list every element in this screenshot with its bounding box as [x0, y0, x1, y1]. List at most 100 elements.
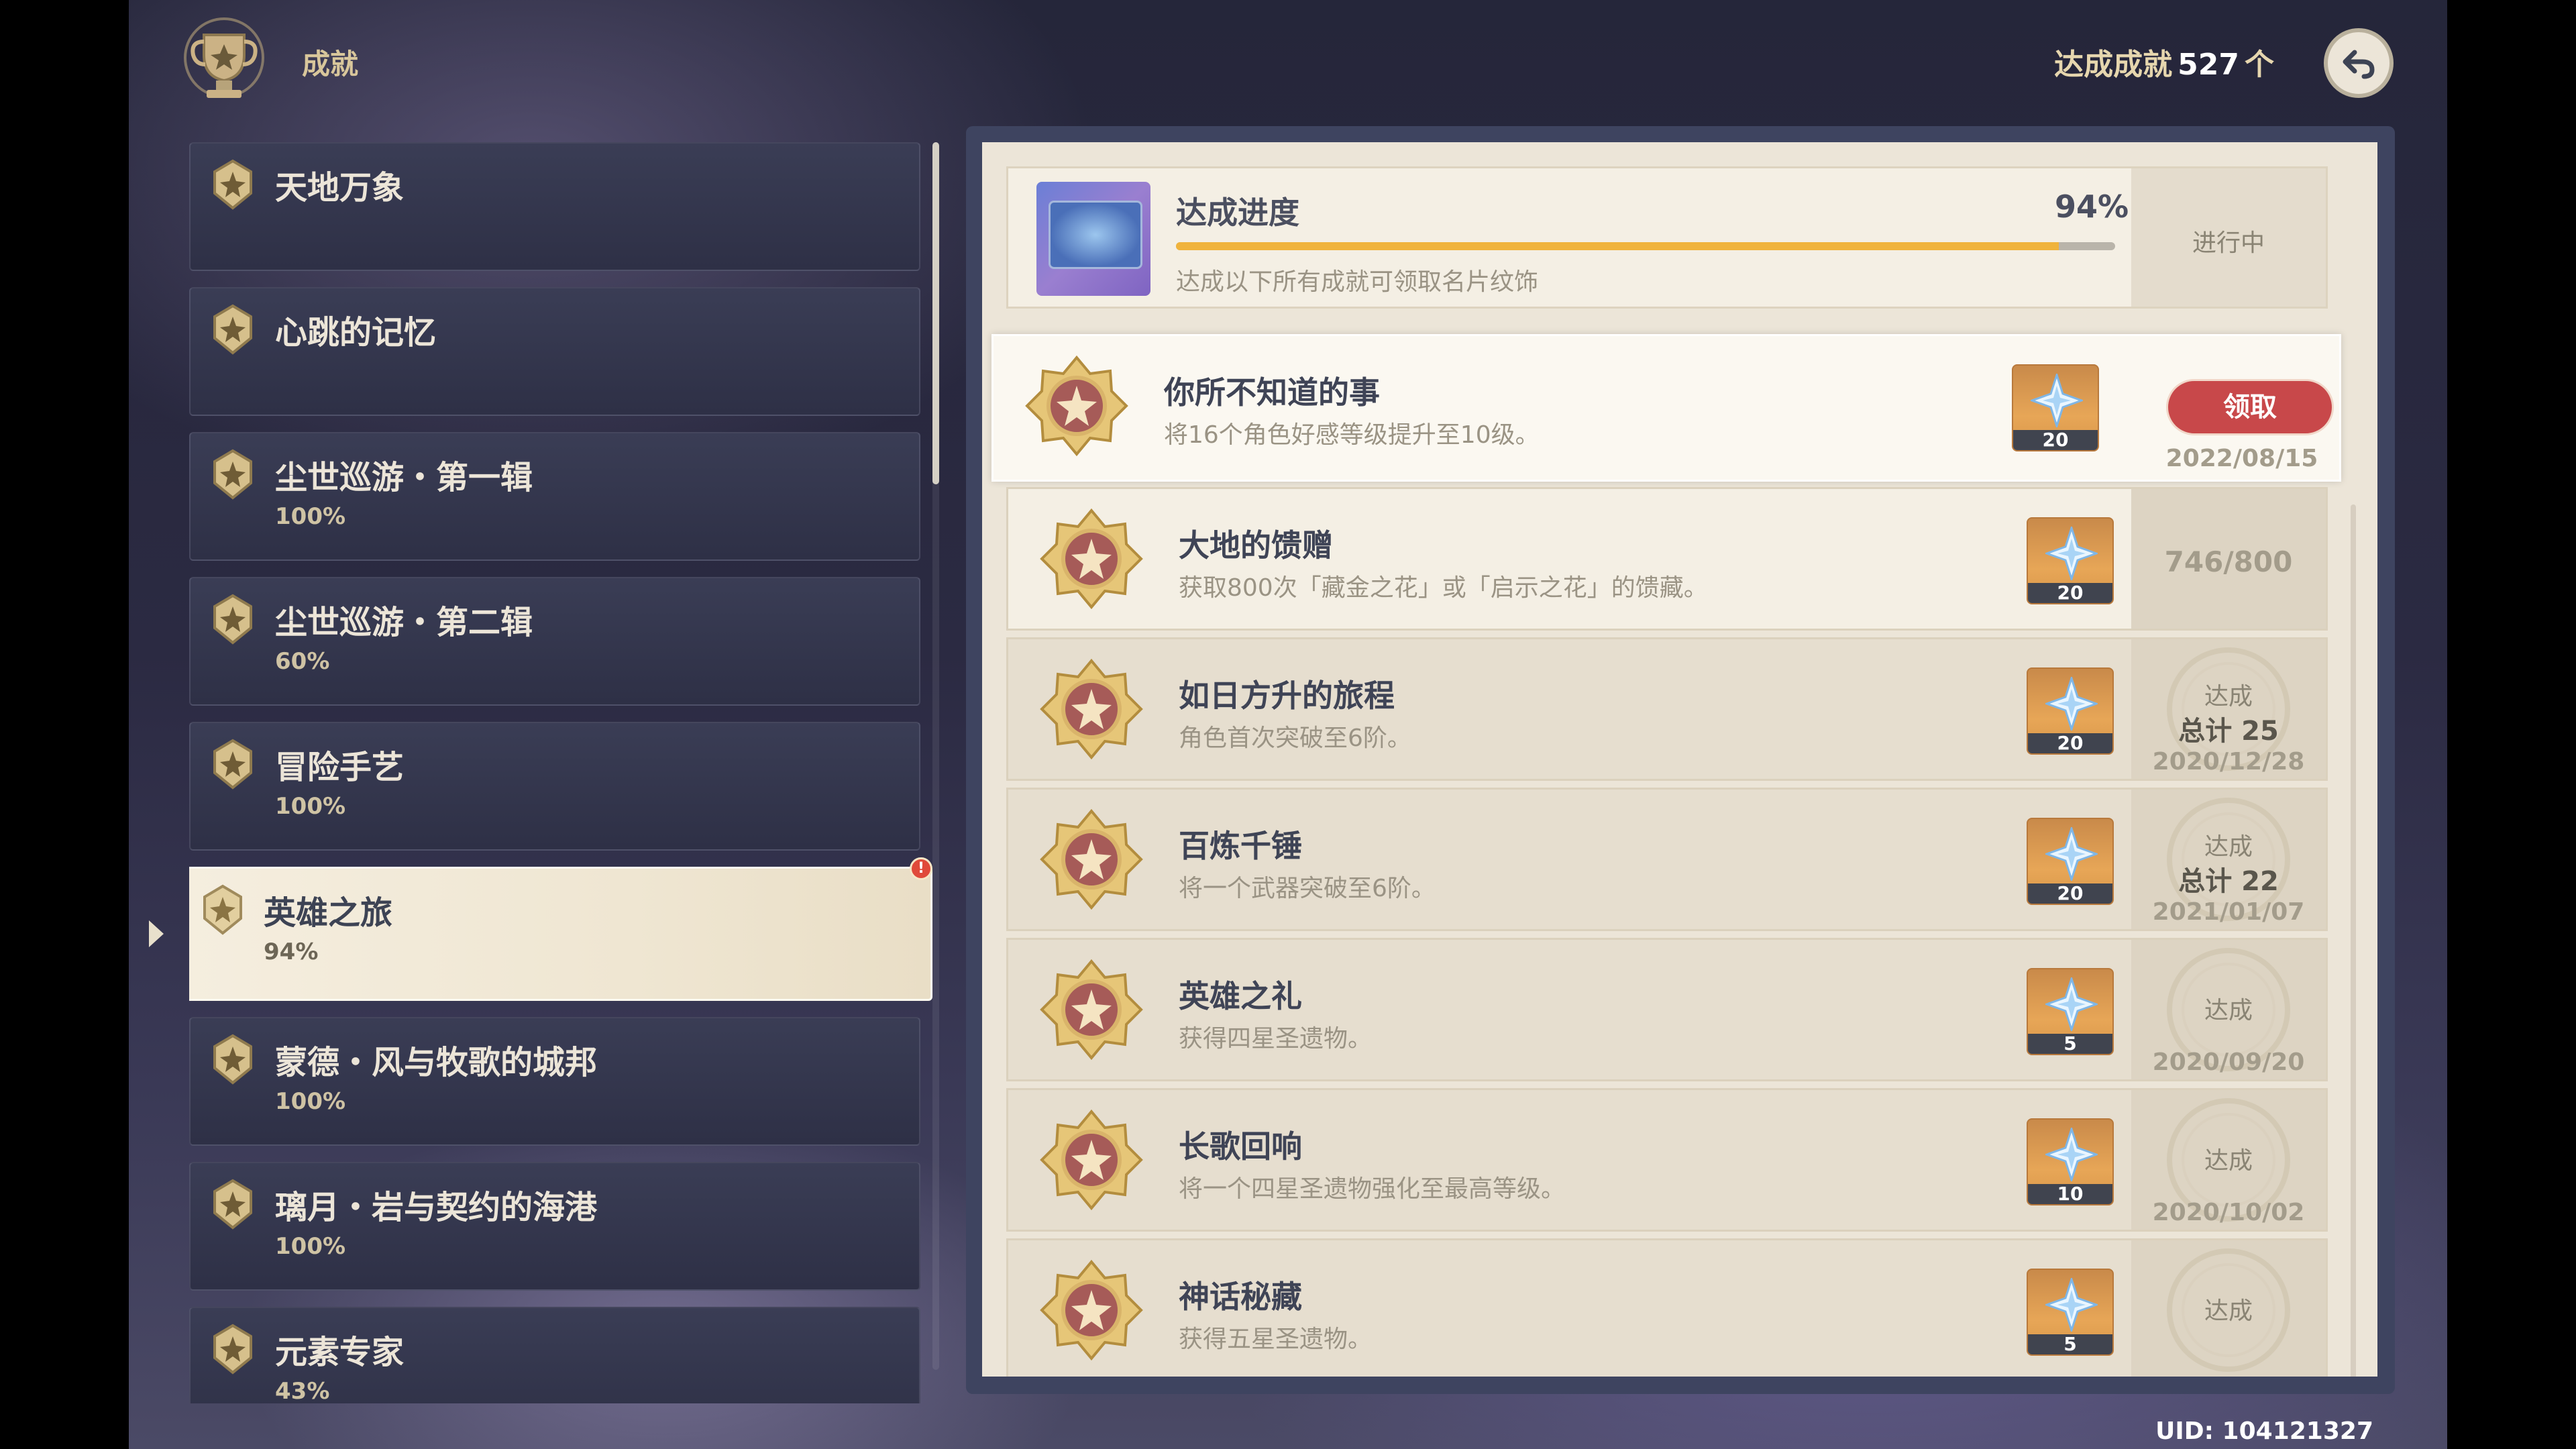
category-name: 蒙德・风与牧歌的城邦: [275, 1044, 598, 1081]
achievement-total-unit: 个: [2245, 48, 2274, 82]
back-arrow-icon: [2343, 50, 2375, 79]
achievement-panel: 达成进度 94% 达成以下所有成就可领取名片纹饰 进行中 你所不知道的事 将16…: [982, 142, 2377, 1377]
category-name: 元素专家: [275, 1334, 405, 1371]
trophy-emblem-icon: [184, 17, 264, 98]
reward-quantity: 5: [2028, 1334, 2112, 1354]
category-item-7[interactable]: 璃月・岩与契约的海港 100%: [189, 1162, 920, 1291]
achievement-title: 神话秘藏: [1179, 1279, 1302, 1315]
category-percent: 94%: [264, 938, 319, 965]
progress-description: 达成以下所有成就可领取名片纹饰: [1176, 268, 1539, 296]
category-name: 璃月・岩与契约的海港: [275, 1189, 598, 1226]
achievement-row[interactable]: 神话秘藏 获得五星圣遗物。 5 达成: [1006, 1238, 2328, 1377]
achievement-date: 2020/09/20: [2152, 1049, 2305, 1076]
achievement-row[interactable]: 如日方升的旅程 角色首次突破至6阶。 20 达成 总计 25 2020/12/2…: [1006, 637, 2328, 781]
achievement-medal-icon: [1040, 959, 1143, 1061]
achievement-description: 获取800次「藏金之花」或「启示之花」的馈藏。: [1179, 574, 1708, 602]
achievement-status: 达成: [2204, 997, 2253, 1024]
category-percent: 100%: [275, 503, 346, 530]
category-item-4[interactable]: 冒险手艺 100%: [189, 722, 920, 851]
achievement-medal-icon: [1040, 1109, 1143, 1211]
achievement-total-value: 总计 25: [2178, 716, 2279, 747]
category-badge-icon: [213, 1179, 252, 1230]
category-item-3[interactable]: 尘世巡游・第二辑 60%: [189, 577, 920, 706]
sidebar-scroll-thumb[interactable]: [932, 142, 939, 484]
achievement-row[interactable]: 大地的馈赠 获取800次「藏金之花」或「启示之花」的馈藏。 20 746/800: [1006, 487, 2328, 631]
primogem-reward: 10: [2027, 1118, 2114, 1205]
category-badge-icon: [213, 1324, 252, 1375]
panel-scrollbar[interactable]: [2351, 504, 2356, 1377]
back-button[interactable]: [2324, 28, 2394, 98]
achievement-description: 获得五星圣遗物。: [1179, 1326, 1373, 1353]
achievement-row[interactable]: 英雄之礼 获得四星圣遗物。 5 达成 2020/09/20: [1006, 938, 2328, 1081]
primogem-icon: [2031, 374, 2083, 427]
category-item-8[interactable]: 元素专家 43%: [189, 1307, 920, 1403]
primogem-icon: [2045, 827, 2098, 881]
category-item-6[interactable]: 蒙德・风与牧歌的城邦 100%: [189, 1017, 920, 1146]
achievement-status: 达成: [2204, 833, 2253, 861]
achievement-description: 将一个武器突破至6阶。: [1179, 875, 1436, 902]
achievement-total-count: 527: [2178, 48, 2239, 82]
category-badge-icon: [213, 594, 252, 645]
achievement-medal-icon: [1025, 355, 1128, 457]
reward-quantity: 20: [2028, 883, 2112, 904]
achievement-date: 2021/01/07: [2152, 898, 2305, 926]
category-percent: 60%: [275, 648, 330, 675]
category-sidebar: 天地万象 心跳的记忆 尘世巡游・第一辑 100% 尘世巡游・第二辑 60% 冒险…: [189, 142, 934, 1403]
achievement-title: 百炼千锤: [1179, 828, 1302, 864]
progress-status-cell: 进行中: [2131, 168, 2326, 307]
category-percent: 100%: [275, 1088, 346, 1115]
achievement-progress-count: 746/800: [2164, 545, 2293, 578]
achievement-row[interactable]: 你所不知道的事 将16个角色好感等级提升至10级。 20 领取 2022/08/…: [991, 334, 2341, 482]
achievement-row[interactable]: 长歌回响 将一个四星圣遗物强化至最高等级。 10 达成 2020/10/02: [1006, 1088, 2328, 1232]
achievement-description: 角色首次突破至6阶。: [1179, 724, 1411, 752]
achievement-description: 将16个角色好感等级提升至10级。: [1164, 421, 1540, 449]
category-item-1[interactable]: 心跳的记忆: [189, 287, 920, 416]
progress-bar: [1176, 242, 2115, 250]
achievement-total: 达成成就 527 个: [2054, 40, 2274, 83]
achievement-description: 获得四星圣遗物。: [1179, 1025, 1373, 1053]
reward-quantity: 10: [2028, 1184, 2112, 1204]
achievement-total-value: 总计 22: [2178, 866, 2279, 897]
sidebar-scrollbar[interactable]: [932, 142, 939, 1370]
category-item-0[interactable]: 天地万象: [189, 142, 920, 271]
primogem-icon: [2045, 677, 2098, 731]
achievement-status: 达成: [2204, 683, 2253, 710]
primogem-reward: 5: [2027, 968, 2114, 1055]
category-item-2[interactable]: 尘世巡游・第一辑 100%: [189, 432, 920, 561]
namecard-reward-image: [1036, 182, 1150, 296]
primogem-icon: [2045, 1128, 2098, 1181]
achievement-medal-icon: [1040, 508, 1143, 610]
achievement-title: 如日方升的旅程: [1179, 678, 1395, 714]
category-badge-icon: [213, 449, 252, 500]
achievement-medal-icon: [1040, 1259, 1143, 1361]
progress-status: 进行中: [2192, 229, 2265, 257]
primogem-icon: [2045, 977, 2098, 1031]
achievement-date: 2020/10/02: [2152, 1199, 2305, 1226]
status-cell: 2022/08/15: [2145, 336, 2339, 476]
progress-card: 达成进度 94% 达成以下所有成就可领取名片纹饰 进行中: [1006, 166, 2328, 309]
category-name: 天地万象: [275, 169, 405, 207]
category-badge-icon: [203, 884, 242, 935]
active-indicator-arrow-icon: [149, 920, 164, 947]
achievement-date: 2020/12/28: [2152, 748, 2305, 775]
reward-quantity: 20: [2013, 430, 2098, 450]
reward-quantity: 20: [2028, 583, 2112, 603]
achievement-row[interactable]: 百炼千锤 将一个武器突破至6阶。 20 达成 总计 22 2021/01/07: [1006, 788, 2328, 931]
page-title: 成就: [302, 48, 359, 80]
category-badge-icon: [213, 304, 252, 355]
progress-bar-fill: [1176, 242, 2059, 250]
status-cell: 达成 2020/10/02: [2131, 1090, 2326, 1230]
reward-quantity: 5: [2028, 1034, 2112, 1054]
category-name: 冒险手艺: [275, 749, 405, 786]
category-percent: 100%: [275, 793, 346, 820]
achievement-status: 达成: [2204, 1147, 2253, 1175]
primogem-reward: 20: [2027, 517, 2114, 604]
category-name: 尘世巡游・第一辑: [275, 459, 533, 496]
category-percent: 100%: [275, 1233, 346, 1260]
alert-badge: !: [910, 857, 932, 880]
category-item-5-active[interactable]: 英雄之旅 94%: [189, 867, 932, 1001]
category-badge-icon: [213, 159, 252, 210]
achievement-title: 英雄之礼: [1179, 978, 1302, 1014]
achievement-description: 将一个四星圣遗物强化至最高等级。: [1179, 1175, 1566, 1203]
achievement-medal-icon: [1040, 808, 1143, 910]
